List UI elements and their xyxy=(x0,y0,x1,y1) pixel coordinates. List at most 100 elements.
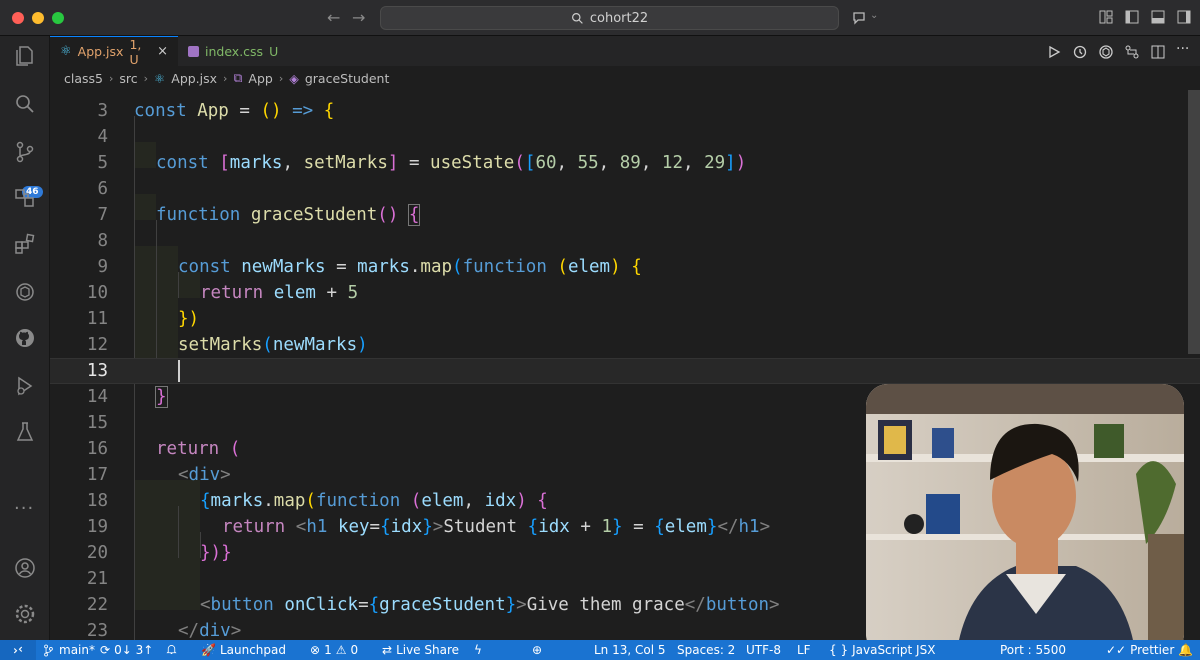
cursor-position[interactable]: Ln 13, Col 5 xyxy=(594,643,666,657)
token: < xyxy=(295,517,307,537)
minimize-window-button[interactable] xyxy=(32,12,44,24)
chatgpt-icon[interactable] xyxy=(1098,44,1114,60)
split-editor-icon[interactable] xyxy=(1150,44,1166,60)
line-number: 12 xyxy=(86,335,108,355)
token: button xyxy=(705,595,770,615)
token: newMarks xyxy=(241,257,326,277)
code-text: <button onClick={graceStudent}>Give them… xyxy=(200,595,780,615)
run-test-icon[interactable] xyxy=(13,374,37,398)
breadcrumb-symbol[interactable]: App xyxy=(248,71,272,86)
line-number: 8 xyxy=(97,231,108,251)
customize-layout-icon[interactable] xyxy=(1098,9,1114,25)
account-icon[interactable] xyxy=(13,556,37,580)
settings-gear-icon[interactable] xyxy=(13,602,37,626)
editor-scrollbar[interactable] xyxy=(1188,90,1200,354)
react-icon: ⚛ xyxy=(60,44,72,59)
extensions-icon[interactable] xyxy=(13,232,37,256)
command-center-search[interactable]: cohort22 xyxy=(380,6,839,30)
token: . xyxy=(263,491,274,511)
close-window-button[interactable] xyxy=(12,12,24,24)
search-icon[interactable] xyxy=(13,92,37,116)
branch-name: main* xyxy=(59,643,95,657)
line-number: 23 xyxy=(86,621,108,641)
launchpad-button[interactable]: 🚀 Launchpad xyxy=(201,643,286,657)
tab-status: 1, U xyxy=(129,36,142,67)
breadcrumb-file[interactable]: App.jsx xyxy=(171,71,217,86)
encoding[interactable]: UTF-8 xyxy=(746,643,781,657)
token: 29 xyxy=(704,153,726,173)
more-actions-icon[interactable]: ··· xyxy=(1176,41,1192,57)
toggle-panel-icon[interactable] xyxy=(1150,9,1166,25)
testing-flask-icon[interactable] xyxy=(13,420,37,444)
breadcrumb-symbol[interactable]: graceStudent xyxy=(305,71,390,86)
breadcrumb-folder[interactable]: src xyxy=(119,71,137,86)
line-number: 3 xyxy=(97,101,108,121)
breadcrumb-folder[interactable]: class5 xyxy=(64,71,103,86)
code-line: 10 return elem + 5 xyxy=(50,280,1200,306)
prettier-status[interactable]: ✓✓ Prettier xyxy=(1106,643,1174,657)
zoom-window-button[interactable] xyxy=(52,12,64,24)
timeline-icon[interactable] xyxy=(1072,44,1088,60)
code-text: </div> xyxy=(178,621,241,641)
tab-app-jsx[interactable]: ⚛ App.jsx 1, U × xyxy=(50,36,178,67)
lightning-icon[interactable]: ϟ xyxy=(474,643,482,657)
token: , xyxy=(282,153,294,173)
token: marks xyxy=(357,257,410,277)
run-debug-icon[interactable] xyxy=(13,186,37,210)
token: ( xyxy=(410,491,422,511)
close-icon[interactable]: × xyxy=(157,44,168,59)
code-line: 12 setMarks(newMarks) xyxy=(50,332,1200,358)
notifications-icon[interactable]: 🔔 xyxy=(1178,643,1193,657)
line-number: 11 xyxy=(86,309,108,329)
github-icon[interactable] xyxy=(13,326,37,350)
prettier-label: Prettier xyxy=(1130,643,1175,657)
token: function xyxy=(315,491,401,511)
port-label: Port : 5500 xyxy=(1000,643,1066,657)
more-icon[interactable]: ··· xyxy=(14,498,34,519)
token: ( xyxy=(452,257,463,277)
run-icon[interactable] xyxy=(1046,44,1062,60)
toggle-secondary-sidebar-icon[interactable] xyxy=(1176,9,1192,25)
code-text: function graceStudent() { xyxy=(156,204,421,226)
compare-changes-icon[interactable] xyxy=(1124,44,1140,60)
token: marks xyxy=(210,491,264,511)
live-server-port[interactable]: Port : 5500 xyxy=(1000,643,1066,657)
cursor-position-label: Ln 13, Col 5 xyxy=(594,643,666,657)
zoom-icon[interactable]: ⊕ xyxy=(532,643,542,657)
token: { xyxy=(380,517,391,537)
token: h1 xyxy=(306,517,328,537)
live-share-label: Live Share xyxy=(396,643,460,657)
live-share-button[interactable]: ⇄ Live Share xyxy=(382,643,459,657)
token: elem xyxy=(273,283,316,303)
token: { xyxy=(654,517,665,537)
line-number: 13 xyxy=(86,361,108,381)
tab-index-css[interactable]: index.css U xyxy=(178,36,303,66)
back-arrow-icon[interactable]: ← xyxy=(327,8,340,27)
notifications-bell-icon[interactable] xyxy=(165,643,178,656)
end-of-line[interactable]: LF xyxy=(797,643,811,657)
copilot-chat-icon[interactable] xyxy=(852,9,868,25)
chevron-right-icon: › xyxy=(143,71,149,85)
forward-arrow-icon[interactable]: → xyxy=(352,8,365,27)
code-line: 8 xyxy=(50,228,1200,254)
remote-indicator[interactable] xyxy=(0,640,36,660)
explorer-icon[interactable] xyxy=(13,44,37,68)
indentation[interactable]: Spaces: 2 xyxy=(677,643,735,657)
token: ( xyxy=(514,153,525,173)
line-number: 22 xyxy=(86,595,108,615)
problems-indicator[interactable]: ⊗ 1 ⚠ 0 xyxy=(310,643,358,657)
line-number: 18 xyxy=(86,491,108,511)
branch-indicator[interactable]: main* xyxy=(42,643,95,657)
token: [ xyxy=(524,153,536,173)
line-number: 4 xyxy=(97,127,108,147)
chevron-down-icon[interactable]: ⌄ xyxy=(870,10,878,21)
sync-indicator[interactable]: ⟳ 0↓ 3↑ xyxy=(100,643,153,657)
toggle-sidebar-icon[interactable] xyxy=(1124,9,1140,25)
token: = xyxy=(633,517,644,537)
language-mode[interactable]: { } JavaScript JSX xyxy=(829,643,935,657)
code-text: {marks.map(function (elem, idx) { xyxy=(200,491,548,511)
source-control-icon[interactable] xyxy=(13,140,37,164)
chatgpt-icon[interactable] xyxy=(13,280,37,304)
code-line: 6 xyxy=(50,176,1200,202)
token: idx xyxy=(484,491,517,511)
